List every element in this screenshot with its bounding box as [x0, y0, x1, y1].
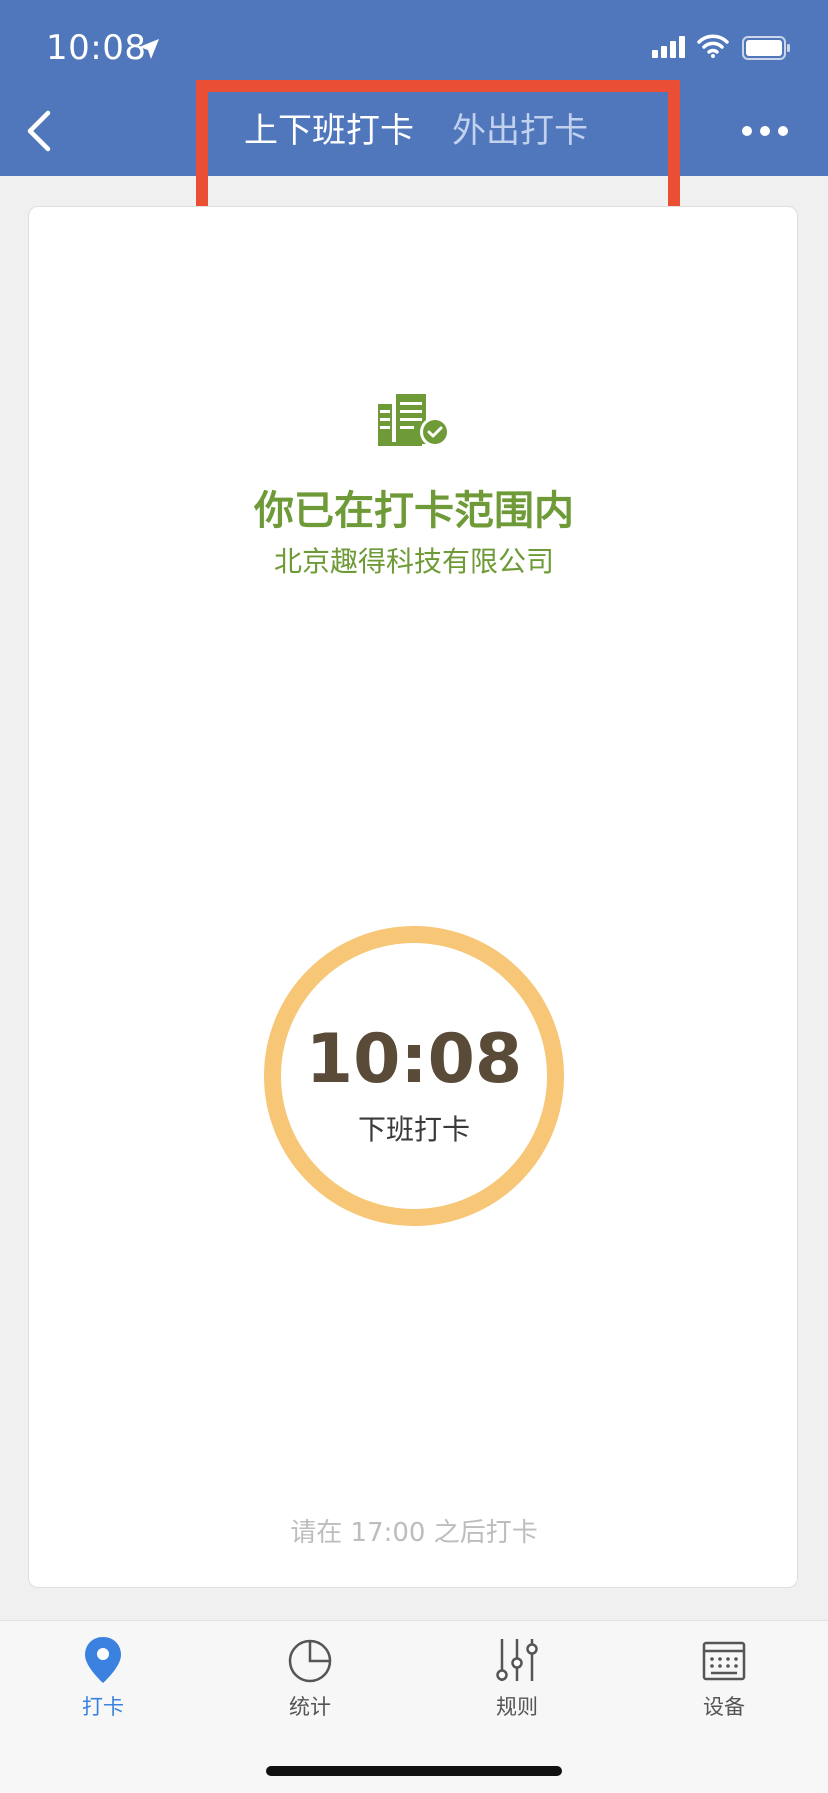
tabbar-label-statistics: 统计 — [289, 1695, 331, 1719]
tabbar-label-clock-in: 打卡 — [82, 1695, 124, 1719]
tab-field-clock-in[interactable]: 外出打卡 — [452, 108, 588, 154]
pie-chart-icon — [288, 1639, 332, 1683]
sliders-icon — [496, 1639, 538, 1681]
home-indicator — [266, 1766, 562, 1776]
more-options-button[interactable] — [740, 120, 790, 142]
clock-in-hint: 请在 17:00 之后打卡 — [290, 1518, 538, 1548]
battery-icon — [742, 36, 790, 60]
tabbar-label-rules: 规则 — [496, 1695, 538, 1719]
tabbar-item-clock-in[interactable]: 打卡 — [33, 1635, 173, 1735]
tabbar-item-rules[interactable]: 规则 — [447, 1635, 587, 1735]
clock-out-label: 下班打卡 — [357, 1113, 470, 1146]
company-name: 北京趣得科技有限公司 — [273, 545, 554, 578]
office-building-check-icon — [378, 394, 450, 447]
clock-time: 10:08 — [305, 1020, 523, 1099]
wifi-icon — [697, 34, 729, 58]
tab-commute-clock-in[interactable]: 上下班打卡 — [244, 108, 414, 154]
status-time: 10:08 — [46, 28, 147, 68]
back-button[interactable] — [22, 108, 62, 154]
tabbar-label-devices: 设备 — [703, 1695, 745, 1719]
in-range-title: 你已在打卡范围内 — [254, 488, 574, 534]
tabbar-item-devices[interactable]: 设备 — [654, 1635, 794, 1735]
location-arrow-icon — [139, 39, 159, 59]
cellular-signal-icon — [652, 36, 685, 58]
device-icon — [702, 1641, 746, 1681]
nav-header: 10:08 上下班打卡 外出打卡 — [0, 0, 828, 176]
location-pin-icon — [85, 1637, 121, 1683]
tabbar-item-statistics[interactable]: 统计 — [240, 1635, 380, 1735]
